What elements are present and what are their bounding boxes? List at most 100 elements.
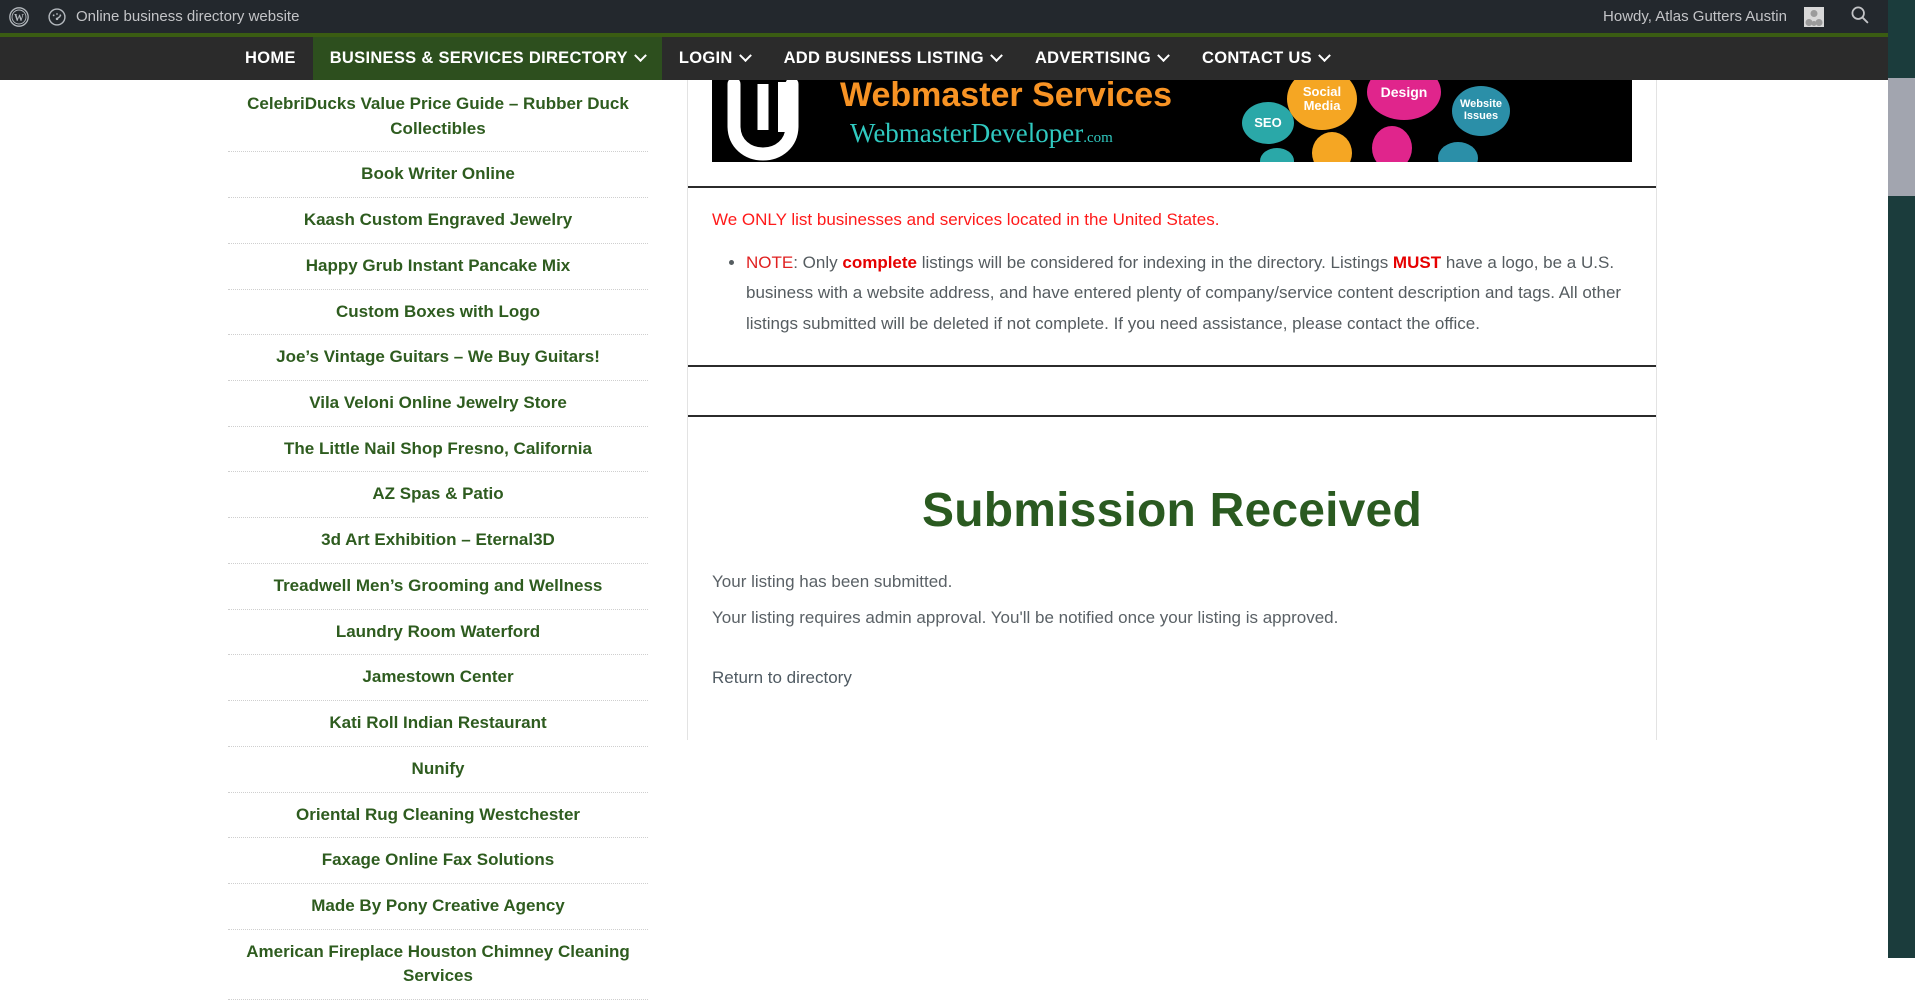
- submission-received-section: Submission Received Your listing has bee…: [688, 414, 1656, 740]
- webmaster-services-banner-ad[interactable]: Webmaster Services WebmasterDeveloper.co…: [712, 80, 1632, 162]
- sidebar-listing-link[interactable]: Kati Roll Indian Restaurant: [329, 713, 546, 732]
- list-item: Kati Roll Indian Restaurant: [228, 701, 648, 747]
- list-item: The Little Nail Shop Fresno, California: [228, 427, 648, 473]
- bubble-deco-1: [1260, 148, 1294, 162]
- bubble-seo-label: SEO: [1254, 115, 1282, 131]
- list-item: AZ Spas & Patio: [228, 472, 648, 519]
- sidebar-listing-link[interactable]: Joe’s Vintage Guitars – We Buy Guitars!: [276, 347, 600, 366]
- nav-item-label: BUSINESS & SERVICES DIRECTORY: [329, 49, 628, 67]
- nav-item-label: CONTACT US: [1202, 49, 1312, 67]
- bubble-website-issues: Website Issues: [1452, 86, 1510, 136]
- chevron-down-icon: [738, 49, 752, 63]
- list-item: Happy Grub Instant Pancake Mix: [228, 244, 648, 290]
- sidebar-listing-link[interactable]: Custom Boxes with Logo: [336, 302, 540, 321]
- bubble-design-label: Design: [1380, 83, 1428, 100]
- submission-line-1: Your listing has been submitted.: [712, 571, 953, 591]
- sidebar-listing-link[interactable]: American Fireplace Houston Chimney Clean…: [246, 942, 630, 986]
- sidebar-listing-link[interactable]: Kaash Custom Engraved Jewelry: [304, 210, 572, 229]
- scrollbar-track-top[interactable]: [1888, 0, 1915, 78]
- sidebar-listing-link[interactable]: Oriental Rug Cleaning Westchester: [296, 805, 580, 824]
- sidebar-listing-link[interactable]: Jamestown Center: [362, 667, 513, 686]
- list-item: Custom Boxes with Logo: [228, 290, 648, 336]
- sidebar-listing-link[interactable]: Laundry Room Waterford: [336, 622, 540, 641]
- sidebar-listing-link[interactable]: Made By Pony Creative Agency: [311, 896, 565, 915]
- sidebar-listing-link[interactable]: Book Writer Online: [361, 164, 515, 183]
- nav-item-add-business-listing[interactable]: ADD BUSINESS LISTING: [767, 37, 1018, 80]
- chevron-down-icon: [633, 49, 647, 63]
- search-icon: [1849, 4, 1870, 29]
- search-button[interactable]: [1833, 4, 1884, 29]
- spacer-section: [688, 364, 1656, 415]
- list-item: Kaash Custom Engraved Jewelry: [228, 198, 648, 244]
- list-item: Laundry Room Waterford: [228, 610, 648, 656]
- banner-subtitle-tld: .com: [1083, 130, 1113, 146]
- main-content-card: Webmaster Services WebmasterDeveloper.co…: [687, 80, 1657, 740]
- nav-item-business-services-directory[interactable]: BUSINESS & SERVICES DIRECTORY: [312, 37, 662, 80]
- list-item: Faxage Online Fax Solutions: [228, 838, 648, 884]
- nav-item-contact-us[interactable]: CONTACT US: [1185, 37, 1346, 80]
- chevron-down-icon: [1318, 49, 1331, 63]
- banner-title: Webmaster Services: [840, 80, 1173, 114]
- scrollbar-thumb[interactable]: [1888, 78, 1915, 196]
- submission-line-2: Your listing requires admin approval. Yo…: [712, 607, 1339, 627]
- listing-requirements-section: We ONLY list businesses and services loc…: [688, 186, 1656, 365]
- wp-admin-bar: W Online business directory website Howd…: [0, 0, 1888, 33]
- chevron-down-icon: [990, 49, 1003, 63]
- nav-item-advertising[interactable]: ADVERTISING: [1018, 37, 1185, 80]
- list-item: Book Writer Online: [228, 152, 648, 199]
- return-to-directory-link[interactable]: Return to directory: [712, 668, 852, 688]
- note-complete-emphasis: complete: [842, 253, 917, 272]
- my-account-menu[interactable]: Howdy, Atlas Gutters Austin: [1594, 0, 1833, 33]
- bubble-social-media: Social Media: [1287, 80, 1357, 130]
- howdy-label: Howdy, Atlas Gutters Austin: [1603, 8, 1787, 25]
- nav-item-login[interactable]: LOGIN: [662, 37, 767, 80]
- list-item: Joe’s Vintage Guitars – We Buy Guitars!: [228, 335, 648, 382]
- svg-text:W: W: [14, 13, 24, 24]
- note-part1: : Only: [793, 253, 843, 272]
- note-part2: listings will be considered for indexing…: [917, 253, 1393, 272]
- admin-bar-right-group: Howdy, Atlas Gutters Austin: [1594, 0, 1888, 33]
- dashboard-speedometer-icon: [47, 7, 67, 27]
- list-item: CelebriDucks Value Price Guide – Rubber …: [228, 80, 648, 153]
- sidebar-listing-link[interactable]: Faxage Online Fax Solutions: [322, 850, 554, 869]
- bubble-deco-2: [1312, 132, 1352, 162]
- recent-listings-sidebar: CelebriDucks Value Price Guide – Rubber …: [228, 80, 648, 1000]
- sidebar-listing-link[interactable]: Nunify: [412, 759, 465, 778]
- note-list-item: NOTE: Only complete listings will be con…: [746, 248, 1632, 339]
- bubble-design: Design: [1367, 80, 1441, 120]
- note-list: NOTE: Only complete listings will be con…: [712, 248, 1632, 339]
- banner-subtitle: WebmasterDeveloper: [850, 118, 1084, 148]
- nav-item-home[interactable]: HOME: [228, 37, 313, 80]
- list-item: Treadwell Men’s Grooming and Wellness: [228, 564, 648, 610]
- us-only-notice: We ONLY list businesses and services loc…: [712, 210, 1220, 229]
- avatar: [1804, 6, 1824, 27]
- sidebar-listing-link[interactable]: Happy Grub Instant Pancake Mix: [306, 256, 571, 275]
- bubble-deco-3: [1372, 126, 1412, 162]
- page-body: CelebriDucks Value Price Guide – Rubber …: [0, 80, 1888, 1000]
- sidebar-listing-link[interactable]: The Little Nail Shop Fresno, California: [284, 439, 592, 458]
- list-item: Nunify: [228, 747, 648, 793]
- wp-logo-menu[interactable]: W: [0, 0, 38, 33]
- page-scrollbar[interactable]: [1888, 0, 1915, 958]
- wordpress-logo-icon: W: [9, 6, 29, 27]
- admin-bar-green-divider: [0, 33, 1888, 37]
- banner-artwork: Webmaster Services WebmasterDeveloper.co…: [712, 80, 1632, 162]
- bubble-deco-4: [1438, 142, 1478, 162]
- bubble-website-issues-label: Website Issues: [1460, 98, 1502, 122]
- bubble-social-media-label: Social Media: [1302, 84, 1342, 113]
- chevron-down-icon: [1157, 49, 1170, 63]
- sidebar-listing-link[interactable]: Treadwell Men’s Grooming and Wellness: [274, 576, 603, 595]
- sidebar-listing-link[interactable]: 3d Art Exhibition – Eternal3D: [321, 530, 555, 549]
- nav-item-label: LOGIN: [678, 49, 733, 67]
- webmaster-developer-logo-icon: [727, 80, 799, 161]
- site-name-menu[interactable]: Online business directory website: [38, 0, 308, 33]
- sidebar-listing-link[interactable]: CelebriDucks Value Price Guide – Rubber …: [247, 94, 629, 138]
- list-item: American Fireplace Houston Chimney Clean…: [228, 930, 648, 1000]
- sidebar-listing-link[interactable]: Vila Veloni Online Jewelry Store: [309, 393, 567, 412]
- list-item: Oriental Rug Cleaning Westchester: [228, 793, 648, 839]
- list-item: Made By Pony Creative Agency: [228, 884, 648, 930]
- note-must-emphasis: MUST: [1392, 253, 1442, 272]
- page-title: Submission Received: [922, 483, 1422, 537]
- sidebar-listing-link[interactable]: AZ Spas & Patio: [372, 484, 503, 503]
- site-name-label: Online business directory website: [76, 8, 300, 25]
